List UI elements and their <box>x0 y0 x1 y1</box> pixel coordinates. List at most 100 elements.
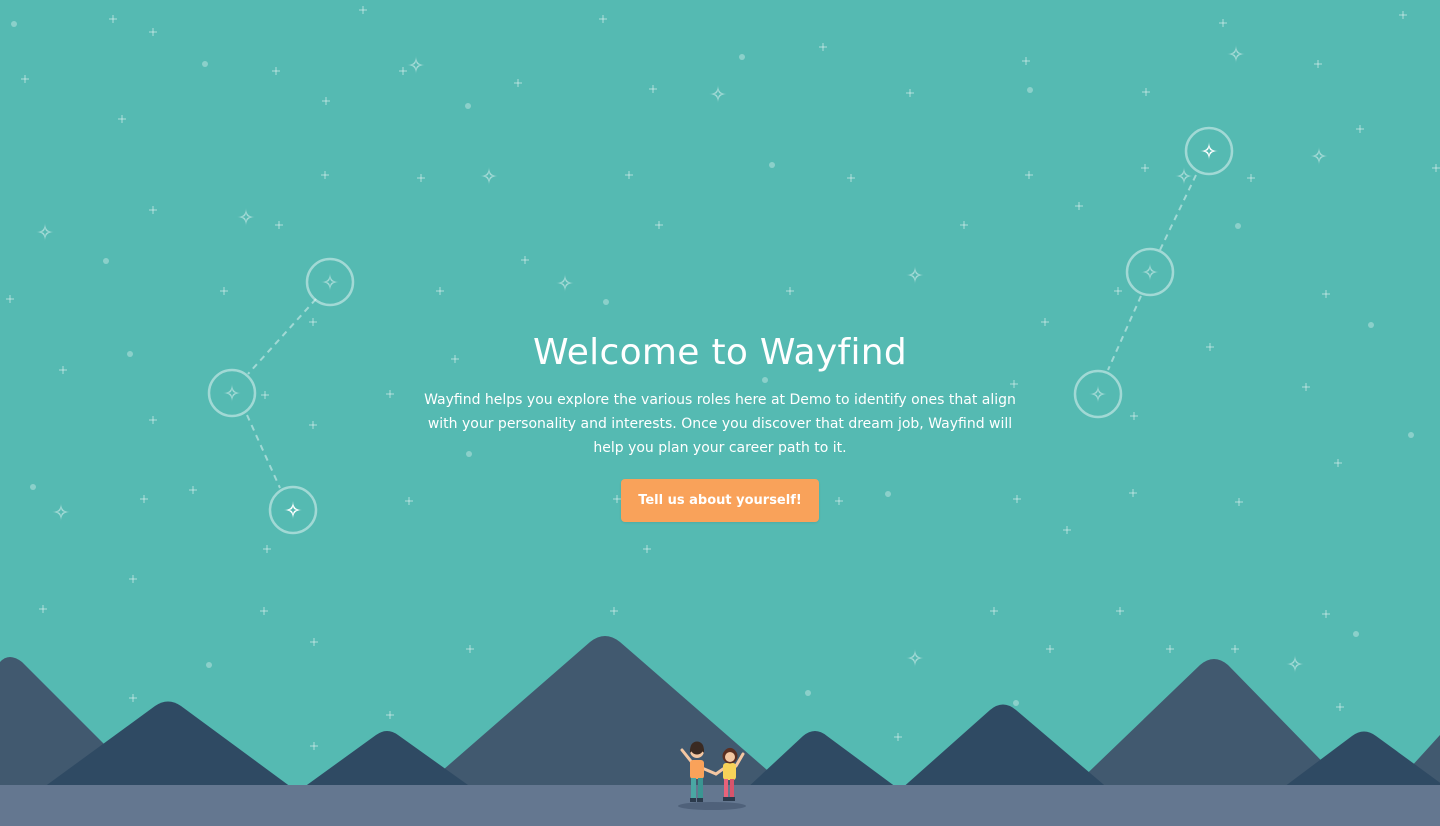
sparkle-star-icon <box>1227 45 1245 63</box>
plus-star-icon <box>219 286 229 296</box>
plus-star-icon <box>262 544 272 554</box>
constellation-node-icon <box>207 368 257 418</box>
plus-star-icon <box>520 255 530 265</box>
plus-star-icon <box>274 220 284 230</box>
plus-star-icon <box>1321 289 1331 299</box>
dot-star-icon <box>739 54 745 60</box>
plus-star-icon <box>188 485 198 495</box>
dot-star-icon <box>202 61 208 67</box>
sparkle-star-icon <box>906 266 924 284</box>
plus-star-icon <box>959 220 969 230</box>
plus-star-icon <box>1335 702 1345 712</box>
constellation-node-icon <box>1073 369 1123 419</box>
plus-star-icon <box>1062 525 1072 535</box>
sparkle-star-icon <box>407 56 425 74</box>
plus-star-icon <box>654 220 664 230</box>
plus-star-icon <box>148 205 158 215</box>
plus-star-icon <box>1024 170 1034 180</box>
plus-star-icon <box>117 114 127 124</box>
plus-star-icon <box>308 420 318 430</box>
dot-star-icon <box>805 690 811 696</box>
mountain <box>300 731 475 790</box>
plus-star-icon <box>846 173 856 183</box>
plus-star-icon <box>1218 18 1228 28</box>
dot-star-icon <box>1013 700 1019 706</box>
mountain <box>745 731 900 790</box>
plus-star-icon <box>1234 497 1244 507</box>
page-title: Welcome to Wayfind <box>532 332 908 373</box>
plus-star-icon <box>358 5 368 15</box>
plus-star-icon <box>20 74 30 84</box>
dot-star-icon <box>465 103 471 109</box>
constellation-node-icon <box>1184 126 1234 176</box>
dot-star-icon <box>1408 432 1414 438</box>
sparkle-star-icon <box>906 649 924 667</box>
plus-star-icon <box>385 389 395 399</box>
sparkle-star-icon <box>1286 655 1304 673</box>
plus-star-icon <box>1333 458 1343 468</box>
intro-description: Wayfind helps you explore the various ro… <box>424 392 1016 456</box>
plus-star-icon <box>1165 644 1175 654</box>
plus-star-icon <box>148 415 158 425</box>
plus-star-icon <box>1128 488 1138 498</box>
plus-star-icon <box>598 14 608 24</box>
plus-star-icon <box>1246 173 1256 183</box>
mountain <box>900 704 1110 790</box>
plus-star-icon <box>398 66 408 76</box>
dot-star-icon <box>127 351 133 357</box>
sparkle-star-icon <box>556 274 574 292</box>
mountain-range <box>0 636 1440 826</box>
plus-star-icon <box>435 286 445 296</box>
plus-star-icon <box>1140 163 1150 173</box>
plus-star-icon <box>818 42 828 52</box>
sparkle-star-icon <box>1310 147 1328 165</box>
plus-star-icon <box>321 96 331 106</box>
plus-star-icon <box>1355 124 1365 134</box>
plus-star-icon <box>1021 56 1031 66</box>
tell-us-about-yourself-button[interactable]: Tell us about yourself! <box>621 479 819 522</box>
sparkle-star-icon <box>1175 167 1193 185</box>
dot-star-icon <box>206 662 212 668</box>
constellation-node-icon <box>305 257 355 307</box>
plus-star-icon <box>58 365 68 375</box>
plus-star-icon <box>404 496 414 506</box>
plus-star-icon <box>1301 382 1311 392</box>
plus-star-icon <box>128 574 138 584</box>
plus-star-icon <box>1230 644 1240 654</box>
plus-star-icon <box>624 170 634 180</box>
plus-star-icon <box>1129 411 1139 421</box>
constellation-node-icon <box>268 485 318 535</box>
dot-star-icon <box>30 484 36 490</box>
plus-star-icon <box>320 170 330 180</box>
dot-star-icon <box>1027 87 1033 93</box>
dot-star-icon <box>11 21 17 27</box>
plus-star-icon <box>259 606 269 616</box>
plus-star-icon <box>989 606 999 616</box>
dot-star-icon <box>103 258 109 264</box>
plus-star-icon <box>465 644 475 654</box>
plus-star-icon <box>148 27 158 37</box>
plus-star-icon <box>38 604 48 614</box>
landing-scene: Welcome to Wayfind Wayfind helps you exp… <box>0 0 1440 826</box>
dot-star-icon <box>769 162 775 168</box>
dot-star-icon <box>603 299 609 305</box>
plus-star-icon <box>128 693 138 703</box>
plus-star-icon <box>260 390 270 400</box>
plus-star-icon <box>1431 163 1440 173</box>
dot-star-icon <box>1235 223 1241 229</box>
plus-star-icon <box>1040 317 1050 327</box>
plus-star-icon <box>309 637 319 647</box>
plus-star-icon <box>416 173 426 183</box>
plus-star-icon <box>1141 87 1151 97</box>
plus-star-icon <box>1205 342 1215 352</box>
sparkle-star-icon <box>36 223 54 241</box>
plus-star-icon <box>308 317 318 327</box>
plus-star-icon <box>1113 286 1123 296</box>
sparkle-star-icon <box>709 85 727 103</box>
plus-star-icon <box>1313 59 1323 69</box>
plus-star-icon <box>271 66 281 76</box>
plus-star-icon <box>309 741 319 751</box>
plus-star-icon <box>905 88 915 98</box>
plus-star-icon <box>1115 606 1125 616</box>
plus-star-icon <box>642 544 652 554</box>
